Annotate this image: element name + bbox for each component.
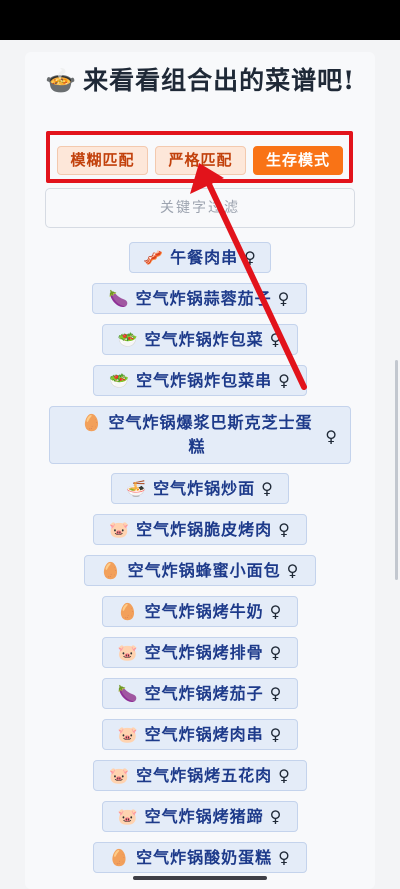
- recipe-item[interactable]: 🐷 空气炸锅烤肉串 ♀: [102, 719, 298, 750]
- female-sign-icon: ♀: [269, 602, 283, 621]
- recipe-item[interactable]: 🥗 空气炸锅炸包菜 ♀: [102, 324, 298, 355]
- page-title: 🍲 来看看组合出的菜谱吧!: [40, 64, 360, 98]
- recipe-name: 空气炸锅烤排骨: [144, 643, 264, 662]
- recipe-item[interactable]: 🍜 空气炸锅炒面 ♀: [111, 473, 289, 504]
- female-sign-icon: ♀: [277, 289, 291, 308]
- eggplant-icon: 🍆: [117, 684, 139, 703]
- recipe-name: 空气炸锅脆皮烤肉: [136, 520, 273, 539]
- pig-icon: 🐷: [117, 643, 139, 662]
- recipe-name: 空气炸锅炸包菜串: [136, 371, 273, 390]
- recipe-item[interactable]: 🐷 空气炸锅烤猪蹄 ♀: [102, 801, 298, 832]
- recipe-name: 空气炸锅蜂蜜小面包: [127, 561, 281, 580]
- recipe-item[interactable]: 🥓 午餐肉串 ♀: [129, 242, 271, 273]
- female-sign-icon: ♀: [269, 725, 283, 744]
- recipe-item[interactable]: 🍆 空气炸锅烤茄子 ♀: [102, 678, 298, 709]
- female-sign-icon: ♀: [325, 427, 338, 446]
- bacon-icon: 🥓: [143, 248, 165, 267]
- female-sign-icon: ♀: [269, 643, 283, 662]
- recipe-name: 空气炸锅烤茄子: [144, 684, 264, 703]
- noodles-icon: 🍜: [126, 479, 148, 498]
- recipe-item[interactable]: 🐷 空气炸锅烤排骨 ♀: [102, 637, 298, 668]
- salad-icon: 🥗: [117, 330, 139, 349]
- female-sign-icon: ♀: [278, 371, 291, 390]
- female-sign-icon: ♀: [269, 807, 283, 826]
- recipe-name: 空气炸锅烤猪蹄: [144, 807, 264, 826]
- egg-icon: 🥚: [81, 413, 103, 432]
- egg-icon: 🥚: [100, 561, 122, 580]
- survival-mode-button[interactable]: 生存模式: [253, 146, 343, 175]
- egg-icon: 🥚: [117, 602, 139, 621]
- eggplant-icon: 🍆: [108, 289, 130, 308]
- recipe-name: 空气炸锅酸奶蛋糕: [136, 848, 273, 867]
- recipe-item[interactable]: 🥚 空气炸锅爆浆巴斯克芝士蛋糕 ♀: [49, 406, 351, 464]
- keyword-filter-input[interactable]: 关键字过滤: [45, 188, 355, 228]
- recipe-item[interactable]: 🥚 空气炸锅烤牛奶 ♀: [102, 596, 298, 627]
- recipe-name: 空气炸锅烤牛奶: [144, 602, 264, 621]
- recipe-item[interactable]: 🐷 空气炸锅脆皮烤肉 ♀: [93, 514, 307, 545]
- recipe-item[interactable]: 🍆 空气炸锅蒜蓉茄子 ♀: [92, 283, 307, 314]
- recipe-name: 空气炸锅烤五花肉: [136, 766, 273, 785]
- fuzzy-match-button[interactable]: 模糊匹配: [57, 146, 148, 175]
- recipe-name: 空气炸锅爆浆巴斯克芝士蛋糕: [108, 413, 313, 456]
- female-sign-icon: ♀: [286, 561, 300, 580]
- status-bar: [0, 0, 400, 40]
- recipe-name: 空气炸锅蒜蓉茄子: [135, 289, 272, 308]
- female-sign-icon: ♀: [278, 766, 291, 785]
- recipe-item[interactable]: 🐷 空气炸锅烤五花肉 ♀: [93, 760, 307, 791]
- pig-icon: 🐷: [117, 725, 139, 744]
- recipe-item[interactable]: 🥗 空气炸锅炸包菜串 ♀: [93, 365, 307, 396]
- strict-match-button[interactable]: 严格匹配: [155, 146, 246, 175]
- female-sign-icon: ♀: [269, 684, 283, 703]
- recipe-name: 空气炸锅炸包菜: [144, 330, 264, 349]
- pot-icon: 🍲: [44, 66, 78, 95]
- pig-icon: 🐷: [109, 520, 131, 539]
- pig-icon: 🐷: [117, 807, 139, 826]
- recipe-name: 午餐肉串: [170, 248, 239, 267]
- home-indicator[interactable]: [133, 876, 267, 880]
- recipe-item[interactable]: 🥚 空气炸锅蜂蜜小面包 ♀: [84, 555, 316, 586]
- pig-icon: 🐷: [109, 766, 131, 785]
- female-sign-icon: ♀: [244, 248, 257, 267]
- female-sign-icon: ♀: [261, 479, 274, 498]
- scrollbar[interactable]: [395, 360, 398, 580]
- female-sign-icon: ♀: [278, 848, 291, 867]
- female-sign-icon: ♀: [269, 330, 283, 349]
- recipe-name: 空气炸锅炒面: [153, 479, 256, 498]
- page-title-text: 来看看组合出的菜谱吧!: [83, 66, 356, 95]
- egg-icon: 🥚: [109, 848, 131, 867]
- salad-icon: 🥗: [109, 371, 131, 390]
- recipe-item[interactable]: 🥚 空气炸锅酸奶蛋糕 ♀: [93, 842, 307, 873]
- recipe-name: 空气炸锅烤肉串: [144, 725, 264, 744]
- female-sign-icon: ♀: [278, 520, 291, 539]
